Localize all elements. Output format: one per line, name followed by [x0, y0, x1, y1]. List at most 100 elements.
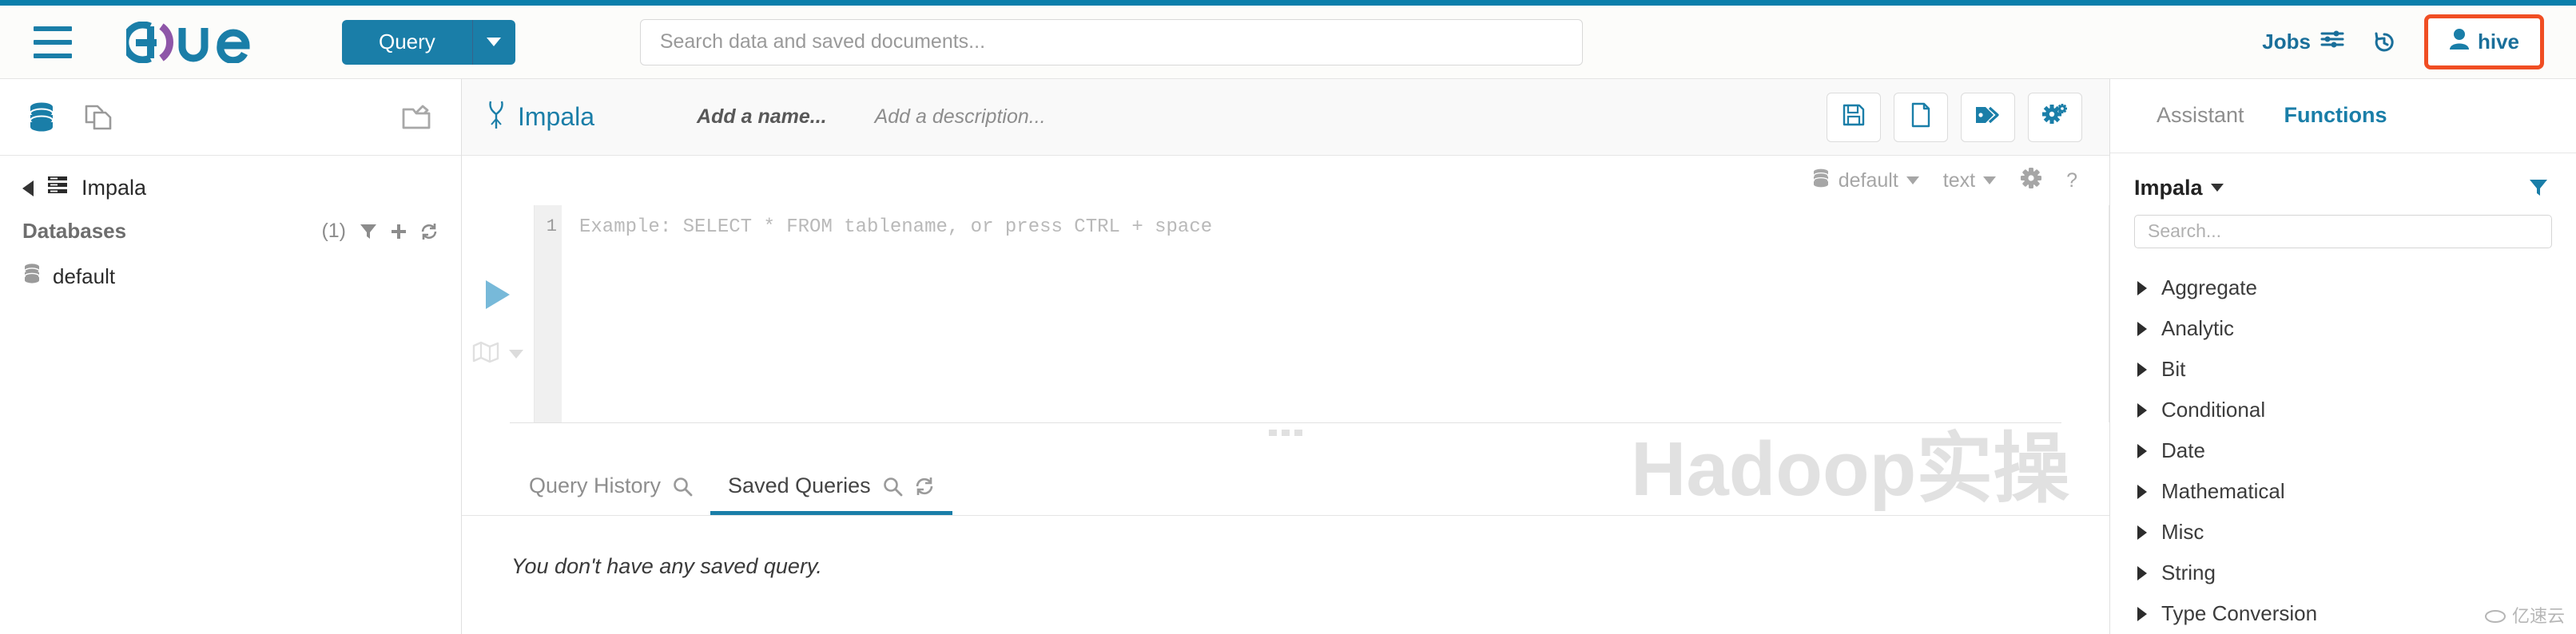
list-item[interactable]: Conditional [2110, 390, 2576, 430]
caret-down-icon [1983, 176, 1997, 184]
user-name: hive [2477, 30, 2519, 53]
databases-count: (1) [321, 220, 346, 242]
history-clock-icon[interactable] [2371, 30, 2397, 55]
refresh-icon[interactable] [419, 222, 439, 241]
resize-handle[interactable] [462, 423, 2109, 442]
user-menu-button[interactable]: hive [2423, 14, 2544, 69]
database-icon [22, 263, 42, 291]
functions-engine-label: Impala [2134, 175, 2203, 200]
list-item-label: Misc [2161, 520, 2204, 544]
sliders-icon [2320, 28, 2344, 56]
tags-button[interactable] [1961, 92, 2015, 142]
format-value: text [1942, 168, 1976, 192]
engine-selector[interactable]: Impala [486, 98, 594, 137]
refresh-icon[interactable] [914, 476, 935, 497]
explain-button[interactable] [472, 341, 523, 367]
folder-open-icon[interactable] [400, 102, 434, 133]
editor-settings-button[interactable] [2020, 167, 2042, 195]
list-item[interactable]: Misc [2110, 512, 2576, 553]
databases-title: Databases [22, 219, 127, 243]
query-name-input[interactable]: Add a name... [697, 105, 827, 129]
user-icon [2449, 28, 2470, 56]
list-item-label: Date [2161, 438, 2205, 462]
impala-icon [486, 98, 507, 137]
chevron-right-icon [2137, 565, 2147, 581]
code-wrap[interactable]: 1 Example: SELECT * FROM tablename, or p… [534, 205, 2109, 422]
list-item[interactable]: Aggregate [2110, 267, 2576, 308]
tab-saved-queries[interactable]: Saved Queries [710, 474, 952, 515]
right-assist-panel: Assistant Functions Impala Aggregate Ana… [1631, 79, 2576, 634]
hue-logo[interactable] [126, 21, 270, 63]
play-icon[interactable] [486, 280, 510, 309]
gears-icon [2042, 103, 2068, 131]
database-icon[interactable] [27, 101, 56, 133]
assist-tabs: Assistant Functions [2110, 79, 2576, 153]
editor-header-actions [1827, 92, 2082, 142]
new-document-button[interactable] [1894, 92, 1948, 142]
databases-header: Databases (1) [0, 208, 461, 252]
engine-label: Impala [518, 102, 595, 131]
hamburger-icon[interactable] [34, 26, 72, 58]
list-item-label: Bit [2161, 357, 2186, 381]
chevron-down-icon [487, 38, 502, 46]
editor-meta-row: default text ? [462, 156, 2109, 205]
global-search-input[interactable] [639, 18, 1583, 65]
chevron-right-icon [2137, 362, 2147, 377]
question-mark-icon: ? [2066, 168, 2077, 192]
help-button[interactable]: ? [2066, 169, 2077, 192]
chevron-left-icon[interactable] [22, 180, 34, 196]
filter-icon[interactable] [359, 222, 378, 241]
global-header: Query Jobs [0, 6, 2576, 79]
chevron-right-icon [2137, 402, 2147, 418]
tab-assistant[interactable]: Assistant [2157, 103, 2244, 128]
search-icon[interactable] [882, 476, 903, 497]
list-item-label: Analytic [2161, 316, 2235, 340]
list-item[interactable]: String [2110, 553, 2576, 593]
breadcrumb[interactable]: Impala [0, 156, 461, 208]
search-icon[interactable] [672, 476, 693, 497]
documents-icon[interactable] [83, 101, 115, 133]
format-selector[interactable]: text [1942, 168, 1997, 192]
filter-icon[interactable] [2528, 177, 2549, 198]
query-button[interactable]: Query [342, 19, 472, 65]
plus-icon[interactable] [389, 222, 408, 241]
tab-label: Saved Queries [728, 474, 871, 497]
query-editor-pane: Impala Add a name... Add a description..… [462, 79, 2109, 634]
list-item[interactable]: Date [2110, 430, 2576, 471]
list-item[interactable]: Type Conversion [2110, 593, 2576, 634]
caret-down-icon [1906, 176, 1919, 184]
functions-category-list: Aggregate Analytic Bit Conditional Date … [2110, 248, 2576, 634]
settings-button[interactable] [2028, 92, 2082, 142]
jobs-label: Jobs [2262, 30, 2311, 53]
list-item[interactable]: Bit [2110, 349, 2576, 390]
list-item-label: Mathematical [2161, 479, 2285, 503]
save-button[interactable] [1827, 92, 1881, 142]
caret-down-icon [2210, 184, 2224, 192]
sidebar-header [0, 79, 461, 156]
chevron-right-icon [2137, 525, 2147, 540]
tab-functions[interactable]: Functions [2284, 103, 2387, 128]
list-item[interactable]: default [0, 252, 461, 302]
list-item-label: default [53, 264, 116, 288]
database-selector[interactable]: default [1811, 168, 1919, 194]
result-tabs: Query History Saved Queries [462, 442, 2109, 516]
functions-engine-selector[interactable]: Impala [2110, 153, 2576, 210]
jobs-link[interactable]: Jobs [2262, 28, 2344, 56]
list-item-label: Conditional [2161, 398, 2266, 422]
list-item[interactable]: Analytic [2110, 308, 2576, 349]
code-editor-area: 1 Example: SELECT * FROM tablename, or p… [462, 205, 2109, 422]
body-layout: Impala Databases (1) default Impala Add … [0, 79, 2576, 634]
editor-gutter-actions [462, 205, 534, 422]
database-value: default [1838, 168, 1898, 192]
functions-search-input[interactable] [2134, 214, 2552, 248]
list-item[interactable]: Mathematical [2110, 471, 2576, 512]
tab-label: Query History [529, 474, 662, 497]
chevron-right-icon [2137, 606, 2147, 621]
query-button-group[interactable]: Query [342, 19, 515, 65]
tab-query-history[interactable]: Query History [511, 474, 710, 515]
query-dropdown-caret[interactable] [471, 19, 515, 65]
caret-down-icon [509, 350, 523, 359]
editor-header: Impala Add a name... Add a description..… [462, 79, 2109, 156]
query-description-input[interactable]: Add a description... [875, 105, 1046, 129]
code-input[interactable]: Example: SELECT * FROM tablename, or pre… [562, 205, 2109, 422]
